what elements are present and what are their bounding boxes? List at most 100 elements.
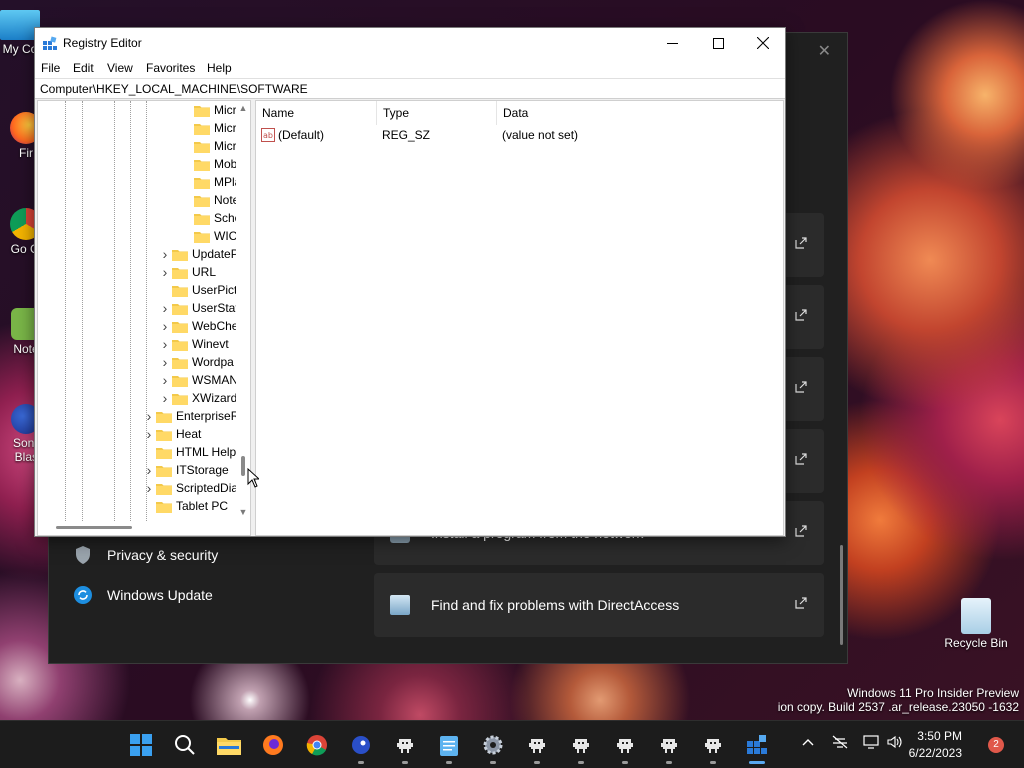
regedit-icon: [43, 36, 57, 50]
column-header-type[interactable]: Type: [377, 101, 497, 125]
chevron-right-icon[interactable]: ›: [158, 263, 172, 281]
tree-node[interactable]: Tablet PC: [142, 497, 228, 515]
chevron-right-icon[interactable]: ›: [158, 389, 172, 407]
os-watermark: Windows 11 Pro Insider Preview ion copy.…: [777, 686, 1019, 714]
chevron-right-icon[interactable]: ›: [158, 299, 172, 317]
search-icon[interactable]: [173, 733, 197, 757]
maximize-button[interactable]: [695, 28, 741, 58]
pixel-app-icon[interactable]: [393, 733, 417, 757]
chevron-right-icon[interactable]: ›: [142, 425, 156, 443]
menu-favorites[interactable]: Favorites: [146, 61, 195, 75]
minimize-button[interactable]: [649, 28, 695, 58]
key-tree[interactable]: Micro Micro Micro Mobi MPla Note Sche WIC › Updat…: [37, 100, 251, 536]
file-explorer-icon[interactable]: [217, 733, 241, 757]
scroll-thumb[interactable]: [241, 456, 245, 476]
tree-node[interactable]: UserPict: [158, 281, 237, 299]
tree-node[interactable]: WIC: [180, 227, 237, 245]
show-hidden-icons-button[interactable]: [801, 735, 815, 752]
tree-node[interactable]: › ScriptedDia: [142, 479, 238, 497]
recycle-bin-icon: [961, 598, 991, 634]
tree-node[interactable]: Mobi: [180, 155, 240, 173]
chevron-right-icon[interactable]: ›: [158, 317, 172, 335]
close-button[interactable]: [740, 28, 786, 58]
column-header-data[interactable]: Data: [497, 101, 782, 125]
tree-node[interactable]: HTML Help: [142, 443, 236, 461]
tree-node[interactable]: Micro: [180, 137, 243, 155]
title-bar[interactable]: Registry Editor: [35, 28, 785, 58]
notification-badge[interactable]: 2: [988, 737, 1004, 753]
chevron-right-icon[interactable]: ›: [158, 245, 172, 263]
tree-node-label: Tablet PC: [176, 499, 229, 513]
tree-vertical-scrollbar[interactable]: ▲ ▼: [236, 101, 250, 521]
regedit-icon[interactable]: [745, 733, 769, 757]
pixel-app-icon[interactable]: [569, 733, 593, 757]
folder-icon: [172, 320, 188, 333]
pixel-app-icon[interactable]: [613, 733, 637, 757]
value-row[interactable]: ab (Default) REG_SZ (value not set): [256, 126, 776, 144]
nav-windows-update[interactable]: Windows Update: [73, 585, 213, 605]
menu-file[interactable]: File: [41, 61, 60, 75]
chrome-icon[interactable]: [305, 733, 329, 757]
chevron-right-icon[interactable]: ›: [158, 335, 172, 353]
folder-icon: [172, 356, 188, 369]
desktop-icon-recycle-bin[interactable]: Recycle Bin: [944, 598, 1008, 650]
tree-node[interactable]: › EnterpriseR: [142, 407, 240, 425]
chevron-right-icon[interactable]: ›: [142, 407, 156, 425]
values-list[interactable]: Name Type Data ab (Default) REG_SZ (valu…: [255, 100, 784, 536]
value-data: (value not set): [502, 128, 579, 142]
settings-gear-icon[interactable]: [481, 733, 505, 757]
address-bar[interactable]: Computer\HKEY_LOCAL_MACHINE\SOFTWARE: [35, 78, 785, 99]
tree-node[interactable]: Micro: [180, 119, 243, 137]
running-indicator: [490, 761, 496, 764]
chevron-right-icon[interactable]: ›: [158, 353, 172, 371]
tree-node[interactable]: MPla: [180, 173, 241, 191]
tree-node[interactable]: Sche: [180, 209, 241, 227]
settings-card-directaccess[interactable]: Find and fix problems with DirectAccess: [374, 573, 824, 637]
pixel-app-icon[interactable]: [701, 733, 725, 757]
start-icon[interactable]: [129, 733, 153, 757]
external-link-icon: [795, 453, 807, 465]
scroll-down-icon[interactable]: ▼: [238, 507, 248, 517]
display-status[interactable]: [863, 735, 881, 752]
menu-help[interactable]: Help: [207, 61, 232, 75]
tree-node[interactable]: › WebChe: [158, 317, 239, 335]
folder-icon: [172, 374, 188, 387]
tree-node[interactable]: › Heat: [142, 425, 202, 443]
tree-node[interactable]: › Winevt: [158, 335, 229, 353]
tree-node[interactable]: Micro: [180, 101, 243, 119]
column-header-name[interactable]: Name: [256, 101, 377, 125]
tree-node[interactable]: › XWizard: [158, 389, 238, 407]
menu-view[interactable]: View: [107, 61, 133, 75]
close-icon[interactable]: ✕: [818, 41, 831, 61]
pixel-app-icon[interactable]: [657, 733, 681, 757]
tree-guide-line: [130, 101, 131, 521]
volume-control[interactable]: [887, 735, 903, 752]
tree-node[interactable]: › URL: [158, 263, 216, 281]
tree-node[interactable]: › UpdateP: [158, 245, 239, 263]
notepad-icon[interactable]: [437, 733, 461, 757]
network-disconnected-icon: [832, 735, 848, 749]
sonic-icon[interactable]: [349, 733, 373, 757]
network-status[interactable]: [831, 735, 849, 752]
pixel-app-icon[interactable]: [525, 733, 549, 757]
tree-node[interactable]: › ITStorage: [142, 461, 229, 479]
clock[interactable]: 3:50 PM 6/22/2023: [909, 728, 962, 762]
firefox-icon[interactable]: [261, 733, 285, 757]
tree-horizontal-scrollbar[interactable]: [38, 521, 250, 535]
tree-node-label: WebChe: [192, 319, 239, 333]
folder-icon: [194, 230, 210, 243]
settings-scrollbar[interactable]: [840, 545, 843, 645]
tree-node[interactable]: › WSMAN: [158, 371, 238, 389]
tree-node[interactable]: › Wordpa: [158, 353, 234, 371]
menu-edit[interactable]: Edit: [73, 61, 94, 75]
chevron-right-icon[interactable]: ›: [158, 371, 172, 389]
nav-privacy-security[interactable]: Privacy & security: [73, 545, 218, 565]
tree-node[interactable]: › UserStat: [158, 299, 239, 317]
chevron-right-icon[interactable]: ›: [142, 461, 156, 479]
scroll-thumb[interactable]: [56, 526, 132, 529]
scroll-up-icon[interactable]: ▲: [238, 103, 248, 113]
tree-node[interactable]: Note: [180, 191, 239, 209]
chevron-right-icon[interactable]: ›: [142, 479, 156, 497]
